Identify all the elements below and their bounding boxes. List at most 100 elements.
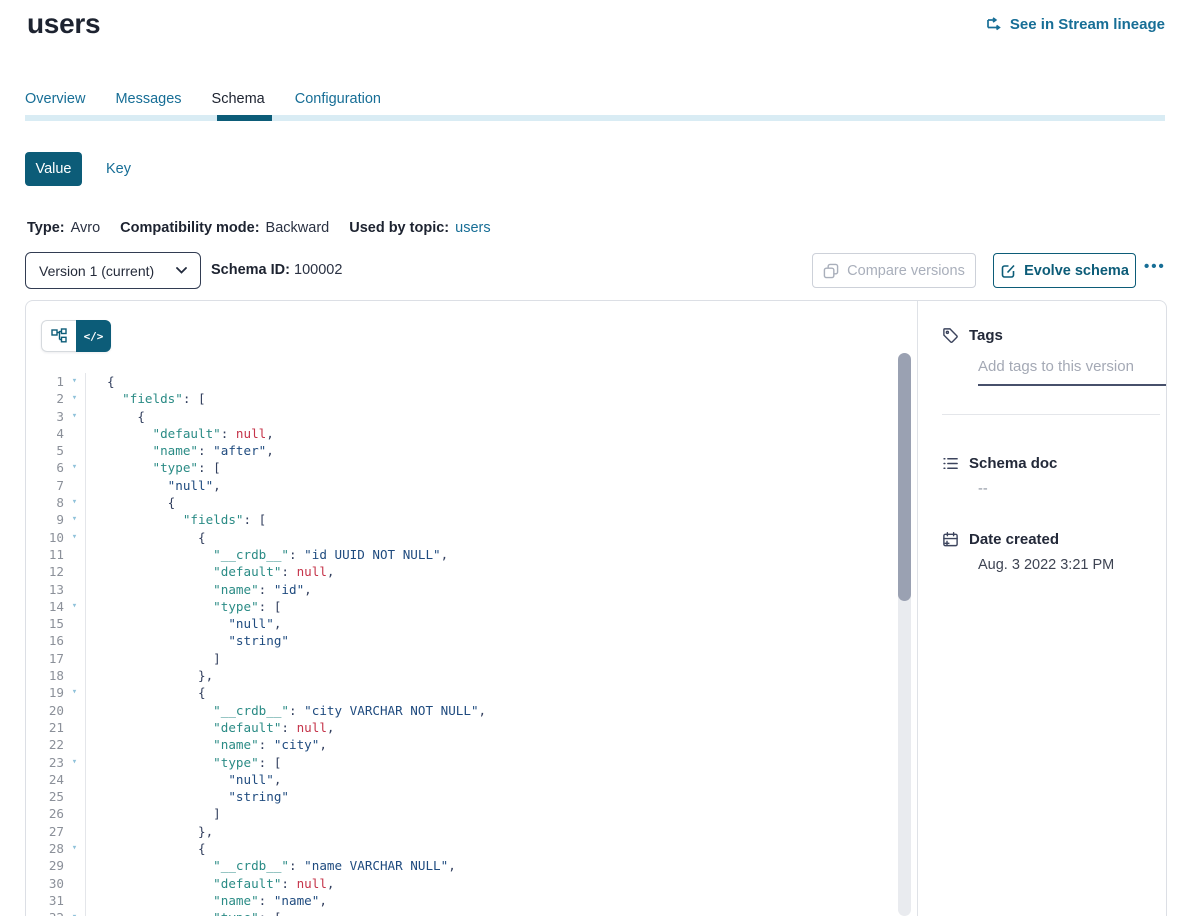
tab-messages[interactable]: Messages bbox=[115, 91, 181, 113]
tab-schema[interactable]: Schema bbox=[212, 91, 265, 113]
tab-configuration[interactable]: Configuration bbox=[295, 91, 381, 113]
evolve-schema-label: Evolve schema bbox=[1024, 263, 1129, 279]
fold-caret-empty bbox=[64, 563, 85, 580]
more-options-button[interactable]: ••• bbox=[1144, 258, 1166, 275]
code-line: 11 "__crdb__": "id UUID NOT NULL", bbox=[26, 546, 891, 563]
line-number: 19 bbox=[26, 684, 64, 701]
code-text: "fields": [ bbox=[85, 390, 891, 407]
fold-caret-icon[interactable]: ▾ bbox=[64, 390, 85, 407]
line-number: 3 bbox=[26, 408, 64, 425]
fold-caret-icon[interactable]: ▾ bbox=[64, 684, 85, 701]
fold-caret-icon[interactable]: ▾ bbox=[64, 494, 85, 511]
fold-caret-icon[interactable]: ▾ bbox=[64, 459, 85, 476]
line-number: 1 bbox=[26, 373, 64, 390]
line-number: 24 bbox=[26, 771, 64, 788]
schema-id-label: Schema ID: bbox=[211, 262, 290, 278]
fold-caret-icon[interactable]: ▾ bbox=[64, 373, 85, 390]
code-line: 10▾ { bbox=[26, 529, 891, 546]
line-number: 23 bbox=[26, 754, 64, 771]
line-number: 25 bbox=[26, 788, 64, 805]
line-number: 14 bbox=[26, 598, 64, 615]
editor-view-toggle: </> bbox=[41, 320, 111, 352]
line-number: 9 bbox=[26, 511, 64, 528]
tab-overview[interactable]: Overview bbox=[25, 91, 85, 113]
code-line: 2▾ "fields": [ bbox=[26, 390, 891, 407]
line-number: 5 bbox=[26, 442, 64, 459]
code-line: 29 "__crdb__": "name VARCHAR NULL", bbox=[26, 857, 891, 874]
fold-caret-icon[interactable]: ▾ bbox=[64, 408, 85, 425]
chevron-down-icon bbox=[176, 267, 187, 274]
value-button[interactable]: Value bbox=[25, 152, 82, 186]
fold-caret-icon[interactable]: ▾ bbox=[64, 840, 85, 857]
fold-caret-empty bbox=[64, 788, 85, 805]
add-tags-input[interactable] bbox=[978, 358, 1167, 386]
code-text: "name": "name", bbox=[85, 892, 891, 909]
editor-scrollbar-thumb[interactable] bbox=[898, 353, 911, 601]
line-number: 30 bbox=[26, 875, 64, 892]
code-text: "default": null, bbox=[85, 563, 891, 580]
fold-caret-icon[interactable]: ▾ bbox=[64, 909, 85, 916]
topic-link[interactable]: users bbox=[455, 220, 490, 236]
code-line: 28▾ { bbox=[26, 840, 891, 857]
schema-id: Schema ID: 100002 bbox=[211, 262, 342, 278]
code-text: { bbox=[85, 373, 891, 390]
date-created-title: Date created bbox=[969, 531, 1059, 548]
code-line: 13 "name": "id", bbox=[26, 581, 891, 598]
code-line: 21 "default": null, bbox=[26, 719, 891, 736]
line-number: 10 bbox=[26, 529, 64, 546]
code-text: "null", bbox=[85, 771, 891, 788]
code-line: 3▾ { bbox=[26, 408, 891, 425]
code-line: 20 "__crdb__": "city VARCHAR NOT NULL", bbox=[26, 702, 891, 719]
code-line: 8▾ { bbox=[26, 494, 891, 511]
tree-view-button[interactable] bbox=[41, 320, 76, 352]
fold-caret-empty bbox=[64, 875, 85, 892]
schema-id-value: 100002 bbox=[294, 262, 342, 278]
fold-caret-empty bbox=[64, 823, 85, 840]
code-line: 6▾ "type": [ bbox=[26, 459, 891, 476]
code-text: "type": [ bbox=[85, 459, 891, 476]
line-number: 27 bbox=[26, 823, 64, 840]
tree-view-icon bbox=[51, 328, 67, 344]
key-button[interactable]: Key bbox=[106, 161, 131, 177]
code-text: "string" bbox=[85, 788, 891, 805]
calendar-icon bbox=[942, 531, 959, 548]
fold-caret-empty bbox=[64, 771, 85, 788]
fold-caret-icon[interactable]: ▾ bbox=[64, 598, 85, 615]
code-line: 19▾ { bbox=[26, 684, 891, 701]
fold-caret-empty bbox=[64, 892, 85, 909]
type-value: Avro bbox=[71, 220, 101, 236]
code-line: 24 "null", bbox=[26, 771, 891, 788]
fold-caret-icon[interactable]: ▾ bbox=[64, 529, 85, 546]
code-view-button[interactable]: </> bbox=[76, 320, 111, 352]
line-number: 8 bbox=[26, 494, 64, 511]
code-line: 23▾ "type": [ bbox=[26, 754, 891, 771]
code-text: "name": "city", bbox=[85, 736, 891, 753]
fold-caret-empty bbox=[64, 477, 85, 494]
fold-caret-icon[interactable]: ▾ bbox=[64, 754, 85, 771]
code-text: "string" bbox=[85, 632, 891, 649]
code-text: ] bbox=[85, 650, 891, 667]
sidebar-divider bbox=[942, 414, 1160, 415]
code-text: "__crdb__": "name VARCHAR NULL", bbox=[85, 857, 891, 874]
line-number: 4 bbox=[26, 425, 64, 442]
fold-caret-empty bbox=[64, 425, 85, 442]
compare-versions-button[interactable]: Compare versions bbox=[812, 253, 976, 288]
date-created-value: Aug. 3 2022 3:21 PM bbox=[978, 557, 1167, 573]
line-number: 11 bbox=[26, 546, 64, 563]
line-number: 29 bbox=[26, 857, 64, 874]
fold-caret-icon[interactable]: ▾ bbox=[64, 511, 85, 528]
line-number: 17 bbox=[26, 650, 64, 667]
editor-scrollbar-track[interactable] bbox=[898, 353, 911, 916]
edit-schema-icon bbox=[1000, 263, 1016, 279]
schema-doc-value: -- bbox=[978, 481, 1167, 497]
stream-lineage-link[interactable]: See in Stream lineage bbox=[985, 15, 1165, 33]
code-line: 32▾ "type": [ bbox=[26, 909, 891, 916]
code-text: "null", bbox=[85, 615, 891, 632]
version-select[interactable]: Version 1 (current) bbox=[25, 252, 201, 289]
code-text: { bbox=[85, 408, 891, 425]
code-text: }, bbox=[85, 823, 891, 840]
schema-code-editor: </> 1▾{2▾ "fields": [3▾ {4 "default": nu… bbox=[26, 301, 918, 916]
code-line: 27 }, bbox=[26, 823, 891, 840]
fold-caret-empty bbox=[64, 805, 85, 822]
evolve-schema-button[interactable]: Evolve schema bbox=[993, 253, 1136, 288]
